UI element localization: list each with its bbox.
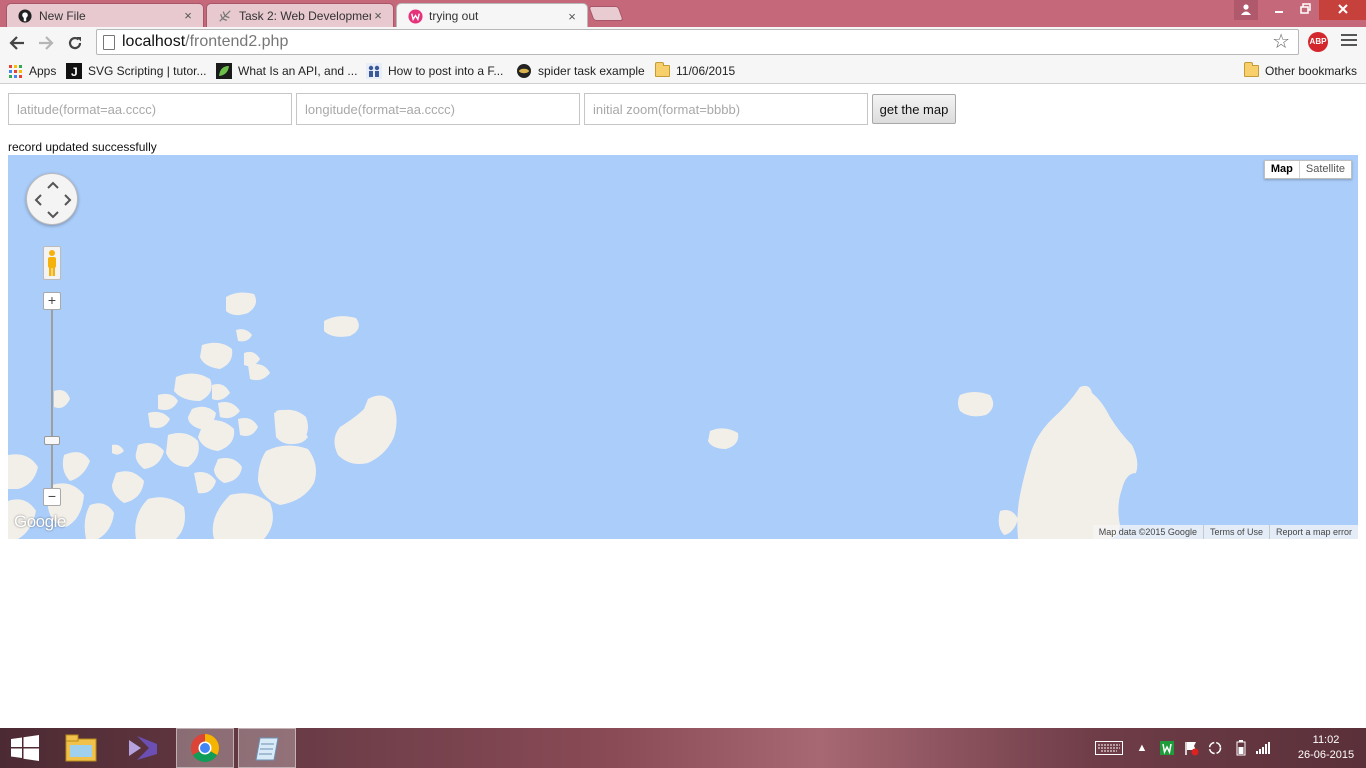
j-logo-icon: J [66,63,82,79]
file-explorer-icon[interactable] [52,728,110,768]
map-type-map-button[interactable]: Map [1265,161,1300,178]
close-icon[interactable]: × [565,9,579,24]
bookmark-label: 11/06/2015 [676,64,736,78]
bookmark-how-to-post[interactable]: How to post into a F... [366,62,503,80]
google-logo: Google [14,512,66,531]
map-land-layer [8,292,1138,539]
page-icon [103,34,115,50]
spider-icon [516,63,532,79]
sync-icon[interactable] [1206,740,1224,756]
pan-arrows-icon [34,181,72,219]
tab-task2[interactable]: Task 2: Web Development × [206,3,394,27]
bookmark-folder-11-06-2015[interactable]: 11/06/2015 [654,62,735,80]
map-footer: Map data ©2015 Google Terms of Use Repor… [1092,525,1358,539]
bookmark-star-icon[interactable]: ☆ [1272,32,1290,52]
forward-icon[interactable] [35,32,57,54]
bookmark-spider-task[interactable]: spider task example [516,62,645,80]
browser-toolbar: localhost/frontend2.php ☆ ABP [0,27,1366,58]
map-type-control: Map Satellite [1263,160,1352,179]
back-icon[interactable] [6,32,28,54]
windows-start-icon[interactable] [4,728,46,768]
url-path: /frontend2.php [185,33,289,50]
map-data-attribution: Map data ©2015 Google [1098,527,1197,537]
reload-icon[interactable] [64,32,86,54]
close-icon[interactable]: × [181,8,195,23]
clock-time: 11:02 [1312,734,1340,746]
google-map[interactable]: Map Satellite + − Google Map data ©2015 … [8,155,1358,539]
bookmark-apps[interactable]: Apps [7,62,56,80]
longitude-input[interactable] [296,93,580,125]
bookmark-label: spider task example [538,64,645,78]
other-bookmarks[interactable]: Other bookmarks [1243,62,1357,80]
pan-control[interactable] [26,173,78,225]
tab-new-file[interactable]: New File × [6,3,204,27]
user-icon[interactable] [1234,0,1258,20]
flag-icon[interactable] [1182,740,1200,756]
visual-studio-icon[interactable] [114,728,172,768]
show-hidden-icons-icon[interactable]: ▲ [1136,740,1148,756]
chrome-menu-icon[interactable] [1341,34,1357,49]
map-type-satellite-button[interactable]: Satellite [1300,161,1351,178]
tab-trying-out[interactable]: trying out × [396,3,588,28]
bookmark-label: What Is an API, and ... [238,64,358,78]
close-window-icon[interactable] [1319,0,1366,20]
bookmark-label: SVG Scripting | tutor... [88,64,207,78]
get-map-button[interactable]: get the map [872,94,956,124]
battery-icon[interactable] [1234,740,1248,756]
tab-title: New File [39,8,86,23]
report-map-error-link[interactable]: Report a map error [1268,525,1358,539]
close-icon[interactable]: × [371,8,385,23]
other-bookmarks-label: Other bookmarks [1265,64,1358,78]
leaf-icon [217,8,233,24]
apps-grid-icon [7,63,23,79]
svg-text:J: J [71,65,78,79]
clock-date: 26-06-2015 [1297,749,1355,761]
address-bar[interactable]: localhost/frontend2.php ☆ [96,29,1299,55]
folder-icon [1243,62,1259,79]
street-view-pegman-icon[interactable] [43,246,61,280]
bookmark-label: How to post into a F... [388,64,504,78]
zoom-input[interactable] [584,93,868,125]
zoom-slider-handle[interactable] [44,436,60,445]
people-logo-icon [366,63,382,79]
minimize-icon[interactable] [1266,0,1292,20]
wamp-icon [407,8,423,24]
latitude-input[interactable] [8,93,292,125]
bookmark-svg-scripting[interactable]: J SVG Scripting | tutor... [66,62,207,80]
windows-taskbar: ▲ 11:02 26-06-2015 [0,728,1366,768]
zoom-slider-track[interactable] [51,310,53,488]
tab-title: trying out [429,9,479,23]
url-host: localhost [122,33,186,50]
bookmark-what-is-an-api[interactable]: What Is an API, and ... [216,62,357,80]
system-clock[interactable]: 11:02 26-06-2015 [1296,733,1356,763]
folder-icon [654,62,670,79]
new-tab-button[interactable] [588,6,624,21]
signal-strength-icon[interactable] [1255,740,1271,756]
restore-icon[interactable] [1292,0,1318,20]
chrome-taskbar-icon[interactable] [176,728,234,768]
tab-title: Task 2: Web Development [239,8,371,23]
wamp-tray-icon[interactable] [1158,740,1176,756]
zoom-in-button[interactable]: + [43,292,61,310]
bookmarks-bar: Apps J SVG Scripting | tutor... What Is … [0,58,1366,84]
adblock-plus-icon[interactable]: ABP [1308,32,1328,52]
terms-of-use-link[interactable]: Terms of Use [1202,525,1269,539]
status-message: record updated successfully [8,140,157,154]
bookmark-label: Apps [29,64,57,78]
browser-titlebar: New File × Task 2: Web Development × try… [0,0,1366,28]
keyboard-icon[interactable] [1094,740,1124,756]
zoom-out-button[interactable]: − [43,488,61,506]
github-icon [17,8,33,24]
notepad-icon[interactable] [238,728,296,768]
leaf-logo-icon [216,63,232,79]
